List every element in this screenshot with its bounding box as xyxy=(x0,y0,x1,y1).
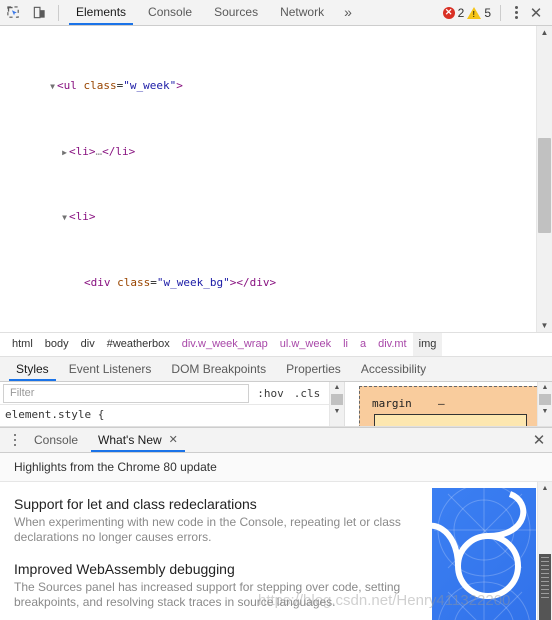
error-badge[interactable]: ✕ 2 xyxy=(442,5,465,20)
whats-new-scrollbar[interactable]: ▲ xyxy=(537,482,552,620)
element-style-rule[interactable]: element.style { xyxy=(0,405,344,421)
close-devtools-icon[interactable]: ✕ xyxy=(525,3,547,23)
styles-sidebar-tabs: Styles Event Listeners DOM Breakpoints P… xyxy=(0,357,552,382)
breadcrumb-item-div-mt[interactable]: div.mt xyxy=(372,333,413,356)
whats-new-item-desc: When experimenting with new code in the … xyxy=(14,515,401,544)
hov-state-button[interactable]: :hov xyxy=(252,387,289,400)
twisty-open-icon[interactable]: ▼ xyxy=(48,79,57,95)
scroll-down-icon[interactable]: ▼ xyxy=(537,319,552,332)
close-tab-icon[interactable]: ✕ xyxy=(169,428,178,452)
styles-panel-body: Filter :hov .cls + element.style { ▲ ▼ m… xyxy=(0,382,552,427)
toolbar-divider xyxy=(58,4,59,21)
scrollbar-thumb[interactable] xyxy=(331,394,343,405)
toolbar-right-group: ✕ 2 5 ✕ xyxy=(442,3,552,23)
drawer-tab-bar: Console What's New ✕ ✕ xyxy=(0,427,552,453)
computed-box-model-pane: margin – ▲ ▼ xyxy=(345,382,552,426)
box-model-margin-value[interactable]: – xyxy=(438,397,445,410)
whats-new-header: Highlights from the Chrome 80 update xyxy=(0,453,552,482)
dom-line[interactable]: <div class="w_week_bg"></div> xyxy=(0,275,552,291)
tab-console[interactable]: Console xyxy=(137,0,203,25)
devtools-toolbar: Elements Console Sources Network » ✕ 2 5… xyxy=(0,0,552,26)
tab-dom-breakpoints[interactable]: DOM Breakpoints xyxy=(161,357,276,381)
scrollbar-thumb[interactable] xyxy=(538,138,551,233)
whats-new-item-title[interactable]: Improved WebAssembly debugging xyxy=(14,561,414,577)
box-model-diagram[interactable]: margin – xyxy=(359,386,542,426)
scroll-down-icon[interactable]: ▼ xyxy=(330,406,344,417)
styles-filter-row: Filter :hov .cls + xyxy=(0,382,344,405)
styles-rules-pane: Filter :hov .cls + element.style { ▲ ▼ xyxy=(0,382,345,426)
panel-tabs: Elements Console Sources Network » xyxy=(65,0,361,25)
tab-sources[interactable]: Sources xyxy=(203,0,269,25)
devtools-menu-icon[interactable] xyxy=(507,3,525,23)
breadcrumb-item-weatherbox[interactable]: #weatherbox xyxy=(101,333,176,356)
breadcrumb: html body div #weatherbox div.w_week_wra… xyxy=(0,333,552,357)
dom-line[interactable]: ▼ <li> xyxy=(0,209,552,225)
tab-event-listeners[interactable]: Event Listeners xyxy=(59,357,162,381)
chrome-devtools-illustration xyxy=(432,488,536,620)
scroll-up-icon[interactable]: ▲ xyxy=(538,382,552,393)
scroll-up-icon[interactable]: ▲ xyxy=(537,26,552,39)
warning-count: 5 xyxy=(484,5,491,20)
whats-new-item-desc: The Sources panel has increased support … xyxy=(14,580,401,609)
drawer-menu-icon[interactable] xyxy=(6,429,24,451)
drawer-tab-console-label: Console xyxy=(34,433,79,447)
drawer-tab-whats-new-label: What's New xyxy=(98,433,162,447)
breadcrumb-item-a[interactable]: a xyxy=(354,333,372,356)
cls-button[interactable]: .cls xyxy=(289,387,326,400)
dom-line[interactable]: ▼ <ul class="w_week"> xyxy=(0,78,552,94)
breadcrumb-item-li[interactable]: li xyxy=(337,333,354,356)
tab-network[interactable]: Network xyxy=(269,0,335,25)
error-count: 2 xyxy=(457,5,465,20)
scroll-down-icon[interactable]: ▼ xyxy=(538,406,552,417)
box-model-border-box[interactable] xyxy=(374,414,527,426)
drawer-tab-console[interactable]: Console xyxy=(24,428,88,452)
twisty-closed-icon[interactable]: ▶ xyxy=(60,145,69,161)
breadcrumb-item-week-wrap[interactable]: div.w_week_wrap xyxy=(176,333,274,356)
breadcrumb-item-img[interactable]: img xyxy=(412,333,443,356)
scrollbar-thumb[interactable] xyxy=(539,394,551,405)
tab-styles[interactable]: Styles xyxy=(6,357,59,381)
twisty-open-icon[interactable]: ▼ xyxy=(60,210,69,226)
scroll-up-icon[interactable]: ▲ xyxy=(538,482,552,494)
styles-filter-input[interactable]: Filter xyxy=(3,383,250,403)
tab-properties[interactable]: Properties xyxy=(276,357,351,381)
toolbar-divider-2 xyxy=(500,4,501,21)
tab-accessibility[interactable]: Accessibility xyxy=(351,357,436,381)
whats-new-item: Improved WebAssembly debugging The Sourc… xyxy=(14,561,414,610)
warning-badge[interactable]: 5 xyxy=(467,6,491,20)
dom-line[interactable]: ▶ <li>…</li> xyxy=(0,144,552,160)
close-drawer-icon[interactable]: ✕ xyxy=(526,429,552,451)
more-tabs-icon[interactable]: » xyxy=(335,0,361,25)
scroll-up-icon[interactable]: ▲ xyxy=(330,382,344,393)
devtools-window: Elements Console Sources Network » ✕ 2 5… xyxy=(0,0,552,620)
breadcrumb-item-html[interactable]: html xyxy=(6,333,39,356)
whats-new-panel: Highlights from the Chrome 80 update Sup… xyxy=(0,453,552,620)
whats-new-item: Support for let and class redeclarations… xyxy=(14,496,414,545)
whats-new-body: Support for let and class redeclarations… xyxy=(0,482,552,620)
scrollbar-thumb[interactable] xyxy=(539,554,551,620)
drawer-tab-whats-new[interactable]: What's New ✕ xyxy=(88,428,188,452)
warning-icon xyxy=(467,6,482,19)
whats-new-item-title[interactable]: Support for let and class redeclarations xyxy=(14,496,414,512)
dom-tree-scrollbar[interactable]: ▲ ▼ xyxy=(536,26,552,332)
styles-scrollbar[interactable]: ▲ ▼ xyxy=(329,382,344,426)
elements-panel: ▼ <ul class="w_week"> ▶ <li>…</li> ▼ <li> <… xyxy=(0,26,552,333)
breadcrumb-item-body[interactable]: body xyxy=(39,333,75,356)
device-toolbar-icon[interactable] xyxy=(26,1,52,25)
breadcrumb-item-w-week[interactable]: ul.w_week xyxy=(274,333,337,356)
breadcrumb-item-div[interactable]: div xyxy=(75,333,101,356)
tab-elements[interactable]: Elements xyxy=(65,0,137,25)
dom-tree[interactable]: ▼ <ul class="w_week"> ▶ <li>…</li> ▼ <li> <… xyxy=(0,26,552,332)
box-model-scrollbar[interactable]: ▲ ▼ xyxy=(537,382,552,426)
box-model-margin-label: margin xyxy=(372,397,412,410)
error-icon: ✕ xyxy=(442,6,455,19)
inspect-element-icon[interactable] xyxy=(0,1,26,25)
